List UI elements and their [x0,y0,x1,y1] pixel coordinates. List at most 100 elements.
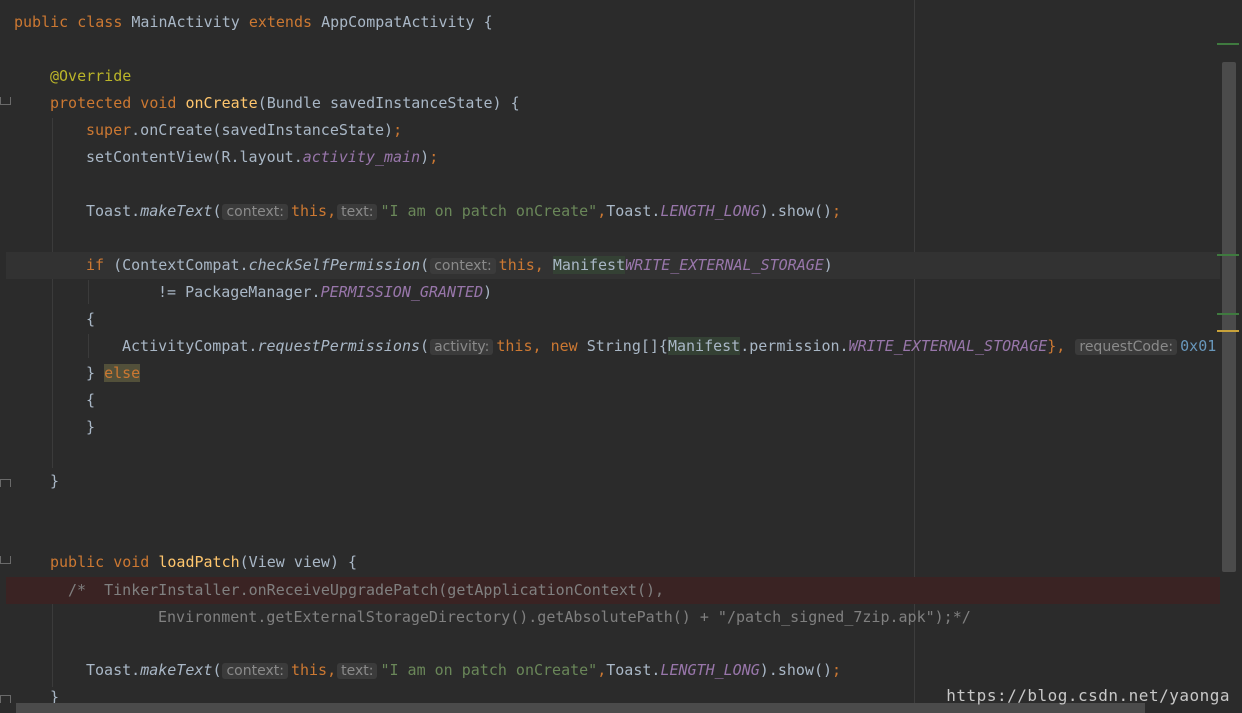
code-line[interactable]: protected void onCreate(Bundle savedInst… [50,90,520,117]
static-method: makeText [140,661,213,679]
code-editor[interactable]: public class MainActivity extends AppCom… [0,0,1242,713]
brace: } [86,364,105,382]
code-line[interactable]: ActivityCompat.requestPermissions(activi… [122,333,1216,360]
static-method: requestPermissions [257,337,421,355]
parameter-hint: text: [337,663,378,679]
keyword: this, [290,661,337,679]
vertical-scrollbar[interactable] [1222,62,1236,572]
keyword: this, [496,337,551,355]
fold-marker-icon[interactable] [0,97,11,107]
code-line[interactable]: Toast.makeText(context: this, text: "I am o… [86,198,841,225]
highlighted-identifier: Manifest [667,337,741,355]
parameter-hint: text: [337,204,378,220]
code-line[interactable]: @Override [50,63,131,90]
change-marker[interactable] [1217,313,1239,315]
code-text: String[]{ [586,337,668,355]
code-text: setContentView(R.layout. [86,148,303,166]
code-line[interactable]: } else [86,360,141,387]
code-line[interactable]: Environment.getExternalStorageDirectory(… [158,604,971,631]
parameter-hint: context: [222,663,288,679]
code-text: ).show() [759,202,833,220]
change-marker[interactable] [1217,43,1239,45]
static-method: makeText [140,202,213,220]
comma: , [597,202,607,220]
code-line[interactable]: Toast. makeText(context: this, text: "I am o… [86,657,841,684]
code-text: (Bundle savedInstanceState) { [257,94,520,112]
constant: PERMISSION_GRANTED [320,283,484,301]
code-text: Toast. [86,202,141,220]
code-text: ) [483,283,493,301]
fold-end-icon[interactable] [0,476,11,487]
semicolon: ; [393,121,403,139]
static-method: checkSelfPermission [248,256,421,274]
parameter-hint: requestCode: [1075,339,1178,355]
code-text: ( [212,202,222,220]
comma: }, [1047,337,1066,355]
type-name: AppCompatActivity { [321,13,493,31]
keyword: new [550,337,587,355]
constant: WRITE_EXTERNAL_STORAGE [625,256,824,274]
code-line[interactable]: != PackageManager.PERMISSION_GRANTED) [158,279,492,306]
method-name: onCreate [185,94,258,112]
class-name: MainActivity [131,13,249,31]
semicolon: ; [429,148,439,166]
constant: LENGTH_LONG [660,202,760,220]
code-text: Toast. [606,202,661,220]
brace: } [86,418,96,436]
string-literal: "I am on patch onCreate" [380,202,598,220]
parameter-hint: context: [430,258,496,274]
brace: } [50,472,60,490]
code-line[interactable]: setContentView(R.layout.activity_main); [86,144,438,171]
fold-marker-icon[interactable] [0,556,11,566]
constant: activity_main [302,148,421,166]
string-literal: "I am on patch onCreate" [380,661,598,679]
code-line[interactable]: } [50,468,59,495]
brace: { [86,310,96,328]
comma: , [597,661,607,679]
fold-end-icon[interactable] [0,692,11,703]
code-text: ( [420,256,430,274]
code-text: != PackageManager. [158,283,321,301]
code-text: ).show() [759,661,833,679]
code-text: ( [212,661,222,679]
warning-marker[interactable] [1217,330,1239,332]
brace: { [86,391,96,409]
code-text: .onCreate(savedInstanceState) [131,121,394,139]
keyword: if [86,256,114,274]
keyword: extends [248,13,322,31]
keyword: this, [498,256,553,274]
code-text: ( [420,337,430,355]
semicolon: ; [832,202,842,220]
watermark: https://blog.csdn.net/yaonga [946,686,1230,705]
code-line[interactable]: if (ContextCompat.checkSelfPermission(co… [86,252,833,279]
keyword: protected void [50,94,186,112]
code-line[interactable]: { [86,306,95,333]
comment: /* TinkerInstaller.onReceiveUpgradePatch… [68,581,665,599]
code-text: .permission. [740,337,849,355]
code-line[interactable]: { [86,387,95,414]
code-text: (View view) { [239,553,358,571]
indent-guide [88,280,89,304]
method-name: loadPatch [158,553,240,571]
code-line[interactable]: public class MainActivity extends AppCom… [14,9,493,36]
code-line[interactable]: public void loadPatch(View view) { [50,549,357,576]
indent-guide [52,118,53,468]
parameter-hint: context: [222,204,288,220]
code-text: ) [420,148,430,166]
highlighted-identifier: Manifest [552,256,626,274]
indent-guide [88,334,89,358]
code-line[interactable]: } [86,414,95,441]
keyword: public class [14,13,132,31]
annotation: @Override [50,67,132,85]
number-literal: 0x01 [1180,337,1217,355]
constant: WRITE_EXTERNAL_STORAGE [848,337,1048,355]
keyword: public void [50,553,159,571]
code-line[interactable]: /* TinkerInstaller.onReceiveUpgradePatch… [68,577,664,604]
change-marker[interactable] [1217,254,1239,256]
parameter-hint: activity: [430,339,494,355]
code-line[interactable]: super.onCreate(savedInstanceState); [86,117,402,144]
semicolon: ; [832,661,842,679]
code-text: Toast. [606,661,661,679]
code-text: ) [823,256,833,274]
code-text: (ContextCompat. [113,256,249,274]
